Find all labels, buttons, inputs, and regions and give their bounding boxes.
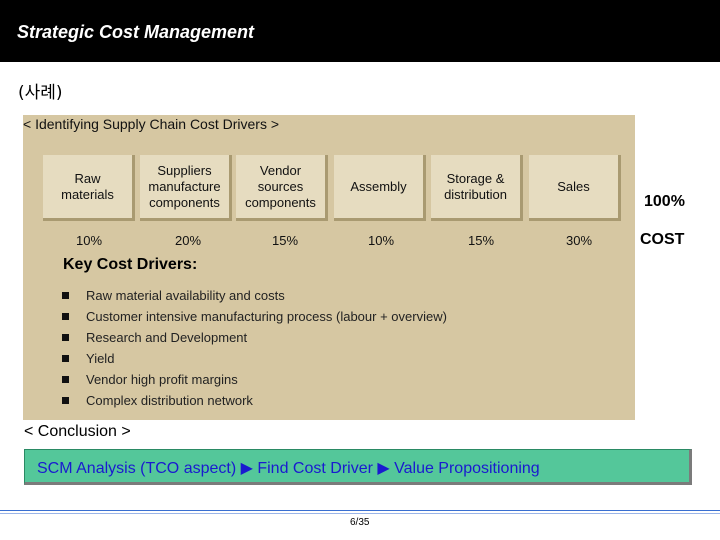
- conclusion-heading: < Conclusion >: [24, 423, 131, 440]
- stage-label: Vendor sources components: [236, 155, 328, 221]
- driver-text: Customer intensive manufacturing process…: [86, 309, 447, 324]
- conclusion-text: SCM Analysis (TCO aspect) ▶ Find Cost Dr…: [37, 460, 540, 477]
- footer-divider: [0, 510, 720, 511]
- bullet-square-icon: [62, 292, 69, 299]
- list-item: Customer intensive manufacturing process…: [62, 306, 447, 327]
- stage-label: Suppliers manufacture components: [140, 155, 232, 221]
- stage-pct: 10%: [368, 233, 395, 248]
- driver-text: Yield: [86, 351, 115, 366]
- list-item: Research and Development: [62, 327, 447, 348]
- list-item: Yield: [62, 348, 447, 369]
- total-cost-label: COST: [640, 231, 685, 248]
- list-item: Raw material availability and costs: [62, 285, 447, 306]
- footer-divider: [0, 513, 720, 514]
- total-percentage: 100%: [644, 193, 685, 210]
- bullet-square-icon: [62, 397, 69, 404]
- stage-label: Sales: [529, 155, 621, 221]
- stage-suppliers: Suppliers manufacture components: [140, 155, 232, 221]
- bullet-square-icon: [62, 376, 69, 383]
- driver-text: Complex distribution network: [86, 393, 253, 408]
- page-number: 6/35: [350, 517, 370, 528]
- key-cost-drivers-title: Key Cost Drivers:: [63, 256, 198, 273]
- stage-raw-materials: Raw materials: [43, 155, 135, 221]
- stage-label: Raw materials: [43, 155, 135, 221]
- driver-text: Vendor high profit margins: [86, 372, 238, 387]
- stage-assembly: Assembly: [334, 155, 426, 221]
- stage-sales: Sales: [529, 155, 621, 221]
- stage-storage: Storage & distribution: [431, 155, 523, 221]
- bullet-square-icon: [62, 313, 69, 320]
- panel-heading: < Identifying Supply Chain Cost Drivers …: [23, 116, 280, 132]
- stage-label: Storage & distribution: [431, 155, 523, 221]
- slide-title: Strategic Cost Management: [17, 22, 255, 42]
- example-label: (사례): [18, 83, 63, 103]
- list-item: Vendor high profit margins: [62, 369, 447, 390]
- bullet-square-icon: [62, 334, 69, 341]
- bullet-square-icon: [62, 355, 69, 362]
- driver-text: Research and Development: [86, 330, 248, 345]
- stage-pct: 15%: [468, 233, 495, 248]
- stage-label: Assembly: [334, 155, 426, 221]
- stage-pct: 10%: [76, 233, 103, 248]
- stage-pct: 30%: [566, 233, 593, 248]
- driver-text: Raw material availability and costs: [86, 288, 285, 303]
- stage-vendor: Vendor sources components: [236, 155, 328, 221]
- stage-pct: 20%: [175, 233, 202, 248]
- stage-pct: 15%: [272, 233, 299, 248]
- header-bar: Strategic Cost Management: [0, 0, 720, 62]
- conclusion-box: SCM Analysis (TCO aspect) ▶ Find Cost Dr…: [24, 449, 692, 485]
- list-item: Complex distribution network: [62, 390, 447, 411]
- drivers-list: Raw material availability and costs Cust…: [62, 285, 447, 411]
